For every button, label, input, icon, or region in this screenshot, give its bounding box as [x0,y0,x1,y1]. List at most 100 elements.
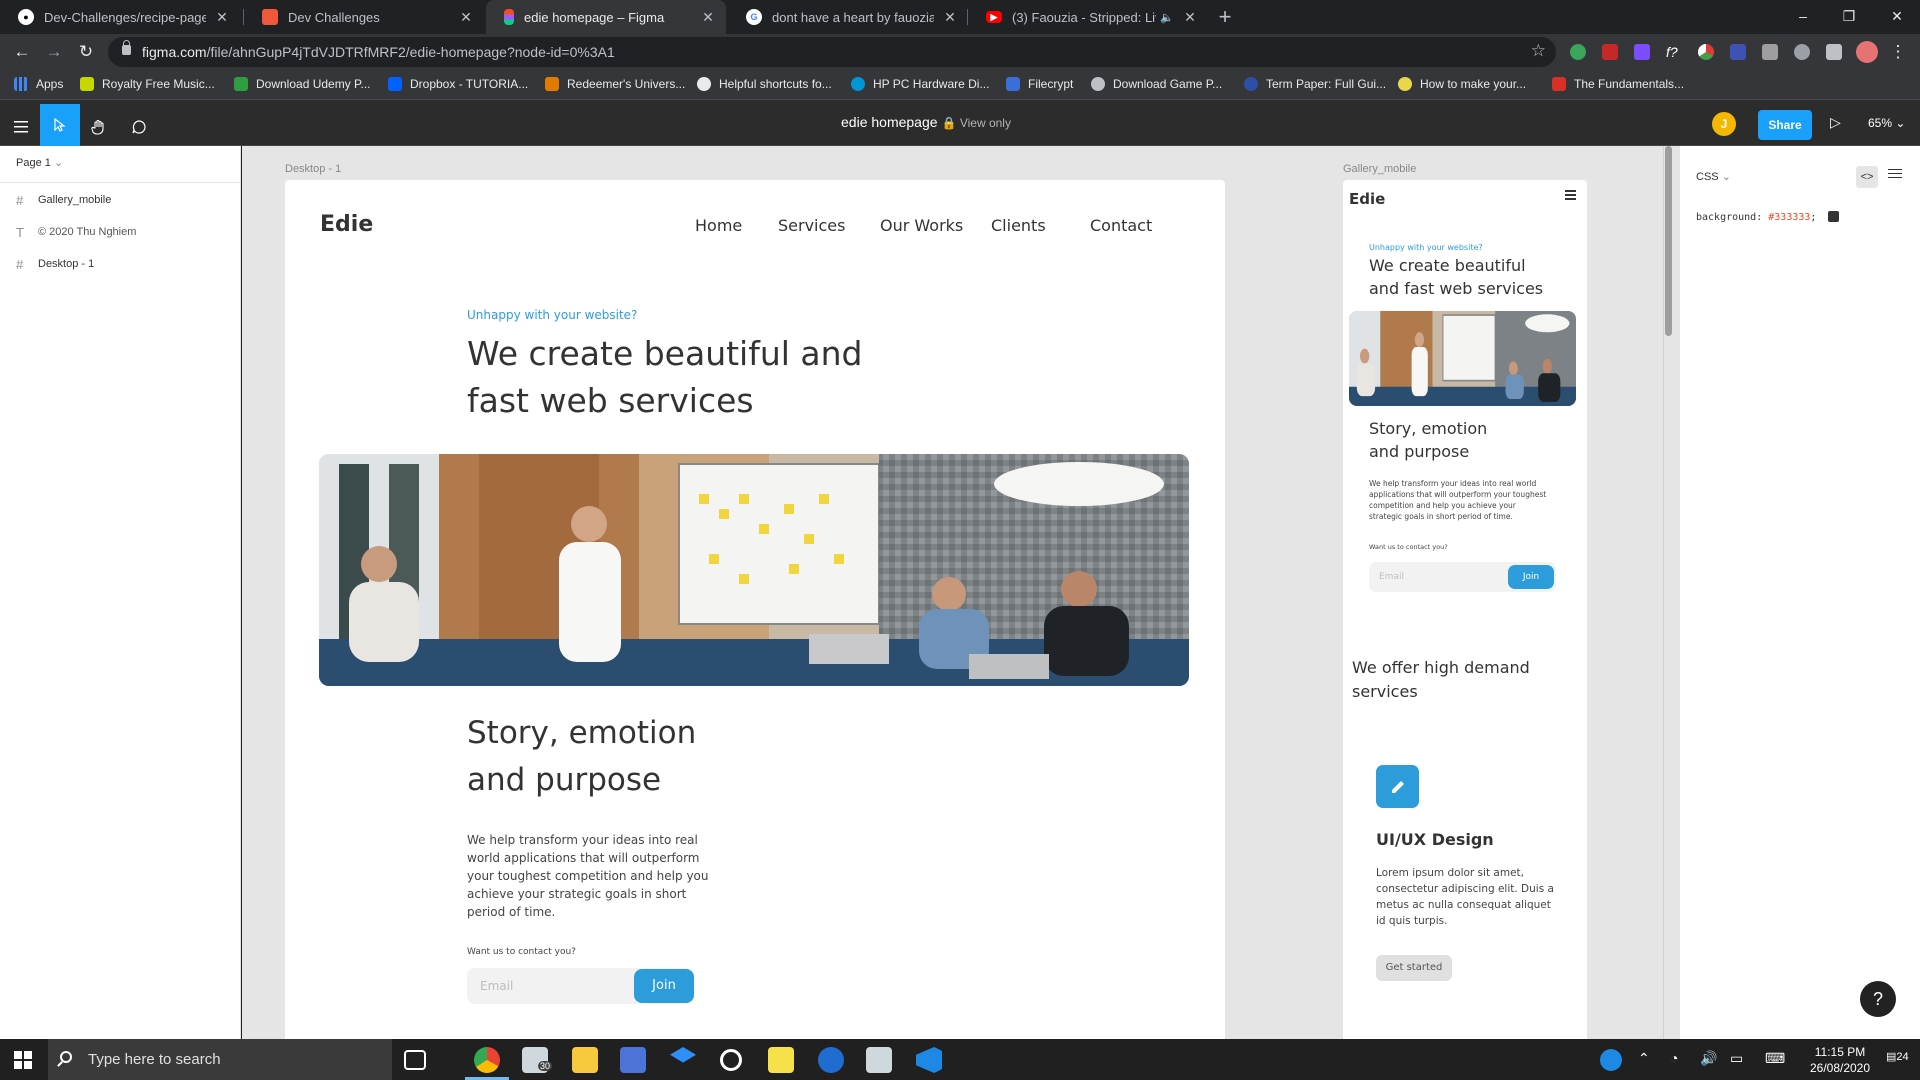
extension-icon[interactable] [1730,44,1746,60]
layer-desktop-1[interactable]: # Desktop - 1 [0,248,241,280]
task-view-icon[interactable] [404,1050,426,1070]
close-icon[interactable]: ✕ [458,9,474,26]
bookmark-item[interactable]: Redeemer's Univers... [545,77,685,91]
bookmark-star-icon[interactable]: ☆ [1531,41,1546,61]
bookmark-item[interactable]: Dropbox - TUTORIA... [388,77,528,91]
extension-icon[interactable] [1698,44,1714,60]
bookmark-item[interactable]: How to make your... [1398,77,1526,91]
code-view-icon[interactable]: <> [1856,166,1878,188]
playlist-icon[interactable] [1826,44,1842,60]
tab-figma-edie[interactable]: edie homepage – Figma ✕ [486,0,726,34]
nav-our-works: Our Works [880,216,964,235]
close-icon[interactable]: ✕ [700,9,716,26]
bookmark-item[interactable]: Filecrypt [1006,77,1073,91]
layer-gallery-mobile[interactable]: # Gallery_mobile [0,184,241,216]
forward-button[interactable]: → [42,40,66,64]
bookmark-item[interactable]: HP PC Hardware Di... [851,77,989,91]
extension-icon[interactable] [1762,44,1778,60]
bookmark-icon [80,77,94,91]
notifications-icon[interactable]: ▤24 [1886,1050,1909,1063]
speaker-icon[interactable]: 🔈 [1160,11,1174,24]
network-icon[interactable]: ◔ [1670,1050,1678,1066]
frame-label-mobile[interactable]: Gallery_mobile [1343,163,1416,175]
email-field: Email Join [1369,562,1556,592]
close-icon[interactable]: ✕ [214,9,230,26]
canvas-scrollbar[interactable] [1665,146,1672,336]
close-icon[interactable]: ✕ [1182,9,1198,26]
dropbox-icon[interactable] [670,1047,696,1063]
file-title[interactable]: edie homepage 🔒 View only [0,114,1852,130]
bookmark-apps[interactable]: Apps [14,77,63,91]
file-explorer-icon[interactable] [572,1047,598,1073]
bookmark-icon [1398,77,1412,91]
volume-icon[interactable]: 🔊 [1700,1050,1717,1067]
vscode-icon[interactable] [916,1047,942,1073]
hero-title: We create beautiful and fast web service… [467,334,863,420]
bookmark-item[interactable]: Royalty Free Music... [80,77,215,91]
keyboard-icon[interactable]: ⌨ [1765,1050,1785,1067]
layers-panel: Page 1 ⌄ # Gallery_mobile T © 2020 Thu Ngh… [0,146,241,1039]
code-language-dropdown[interactable]: CSS ⌄ [1696,170,1731,183]
bookmark-item[interactable]: Download Game P... [1091,77,1222,91]
puzzle-icon[interactable] [1794,44,1810,60]
bookmark-item[interactable]: Download Udemy P... [234,77,371,91]
frame-label-desktop[interactable]: Desktop - 1 [285,163,341,175]
sticky-notes-icon[interactable] [768,1047,794,1073]
system-clock[interactable]: 11:15 PM 26/08/2020 [1800,1044,1880,1076]
address-bar[interactable]: figma.com/file/ahnGupP4jTdVJDTRfMRF2/edi… [108,37,1556,67]
new-tab-button[interactable]: + [1212,4,1238,30]
css-property-line: background: #333333; [1696,211,1840,223]
windows-start-icon[interactable] [14,1051,32,1069]
email-placeholder: Email [1379,572,1404,582]
tab-dev-challenges[interactable]: Dev Challenges ✕ [244,0,484,34]
reload-button[interactable]: ↻ [74,40,98,64]
tab-youtube[interactable]: ▶ (3) Faouzia - Stripped: Live In 🔈 ✕ [968,0,1208,34]
nav-home: Home [695,216,743,235]
github-icon: ● [18,9,34,25]
bookmark-item[interactable]: The Fundamentals... [1552,77,1684,91]
share-button[interactable]: Share [1758,110,1812,140]
battery-icon[interactable]: ▭ [1730,1050,1743,1067]
list-view-icon[interactable] [1886,166,1904,188]
minimize-button[interactable]: – [1780,0,1826,34]
extension-icon[interactable] [1602,44,1618,60]
store-icon[interactable] [620,1047,646,1073]
desktop-frame[interactable]: Edie Home Services Our Works Clients Con… [285,180,1225,1039]
taskbar-search-placeholder: Type here to search [88,1051,221,1068]
restore-button[interactable]: ❐ [1826,0,1872,34]
page-selector[interactable]: Page 1 ⌄ [16,156,63,169]
chevron-up-icon[interactable]: ⌃ [1638,1050,1650,1067]
bookmark-item[interactable]: Term Paper: Full Gui... [1244,77,1386,91]
formula-extension-icon[interactable]: f? [1666,44,1682,60]
color-swatch [1828,211,1840,222]
hero-team-photo [1349,311,1576,406]
close-icon[interactable]: ✕ [942,9,958,26]
profile-avatar[interactable] [1856,41,1878,63]
mobile-frame[interactable]: Edie Unhappy with your website? We creat… [1343,180,1587,1039]
bookmark-item[interactable]: Helpful shortcuts fo... [697,77,832,91]
present-play-icon[interactable]: ▷ [1830,114,1841,131]
windows-taskbar: Type here to search 30 ⌃ ◔ 🔊 ▭ ⌨ 11:15 P… [0,1039,1920,1080]
contact-label: Want us to contact you? [1369,543,1448,551]
chrome-icon[interactable] [474,1047,500,1073]
chevron-down-icon: ⌄ [1721,171,1731,183]
avatar[interactable]: J [1712,112,1736,136]
taskbar-search-input[interactable]: Type here to search [48,1039,392,1080]
email-field: Email Join [467,968,694,1004]
photos-icon[interactable] [866,1047,892,1073]
help-button[interactable]: ? [1860,981,1896,1017]
kebab-menu-icon[interactable]: ⋮ [1886,40,1910,64]
apps-grid-icon [14,77,28,91]
close-window-button[interactable]: ✕ [1874,0,1920,34]
app-circle-icon[interactable] [720,1049,742,1071]
design-canvas[interactable]: Desktop - 1 Gallery_mobile Edie Home Ser… [242,146,1679,1039]
tab-google-search[interactable]: G dont have a heart by fauozia mp ✕ [728,0,968,34]
back-button[interactable]: ← [10,40,34,64]
zoom-dropdown[interactable]: 65% ⌄ [1868,116,1905,130]
extension-icon[interactable] [1634,44,1650,60]
layer-copyright-text[interactable]: T © 2020 Thu Nghiem [0,216,241,248]
firefox-icon[interactable] [818,1047,844,1073]
extension-icon[interactable] [1570,44,1586,60]
help-tray-icon[interactable] [1600,1049,1622,1071]
tab-github-recipe[interactable]: ● Dev-Challenges/recipe-page-ma ✕ [0,0,240,34]
